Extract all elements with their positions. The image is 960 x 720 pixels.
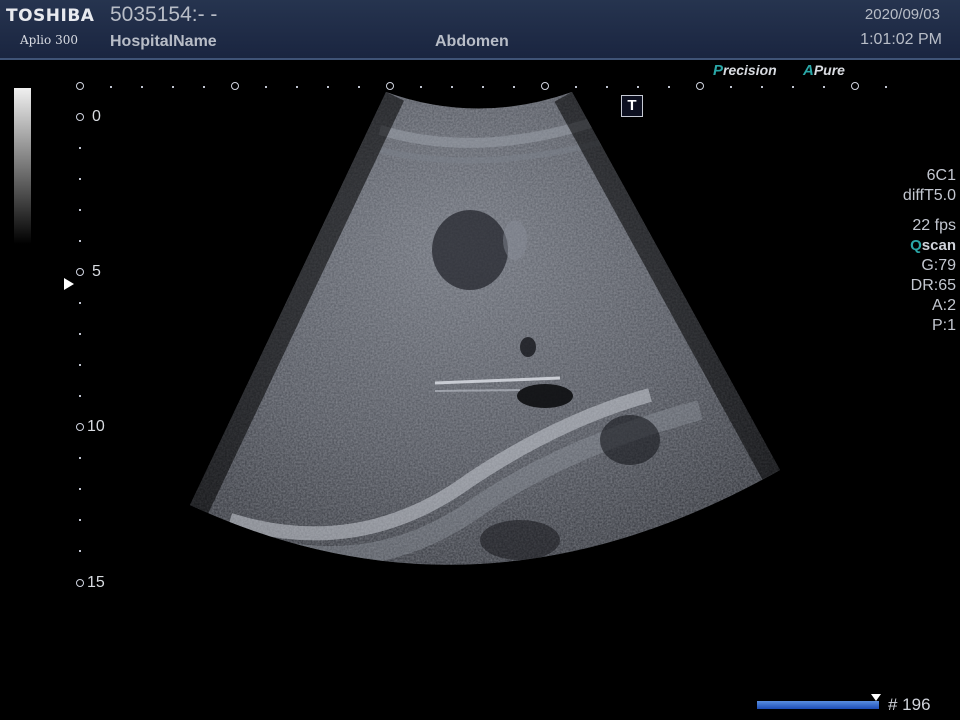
probe-name: 6C1	[926, 167, 956, 184]
lateral-major-tick	[851, 82, 859, 90]
lateral-minor-tick	[358, 86, 360, 88]
lateral-minor-tick	[203, 86, 205, 88]
lateral-minor-tick	[265, 86, 267, 88]
depth-minor-tick	[79, 364, 81, 366]
lateral-major-tick	[541, 82, 549, 90]
lateral-minor-tick	[513, 86, 515, 88]
cine-position-marker-icon[interactable]	[871, 694, 881, 701]
lateral-minor-tick	[327, 86, 329, 88]
lateral-minor-tick	[420, 86, 422, 88]
depth-major-tick	[76, 268, 84, 276]
depth-minor-tick	[79, 457, 81, 459]
a-value: A:2	[931, 297, 956, 314]
lateral-minor-tick	[172, 86, 174, 88]
lateral-minor-tick	[823, 86, 825, 88]
lateral-minor-tick	[575, 86, 577, 88]
cine-loop-bar[interactable]	[757, 701, 879, 709]
depth-minor-tick	[79, 147, 81, 149]
frame-rate: 22 fps	[912, 217, 956, 234]
lateral-minor-tick	[637, 86, 639, 88]
depth-label-0: 0	[92, 108, 101, 125]
grayscale-bar	[14, 88, 31, 244]
depth-minor-tick	[79, 240, 81, 242]
depth-label-5: 5	[92, 263, 101, 280]
probe-orientation-marker[interactable]: T	[621, 95, 643, 117]
lateral-minor-tick	[482, 86, 484, 88]
depth-minor-tick	[79, 519, 81, 521]
depth-major-tick	[76, 423, 84, 431]
depth-major-tick	[76, 579, 84, 587]
lateral-minor-tick	[730, 86, 732, 88]
lateral-major-tick	[76, 82, 84, 90]
p-value: P:1	[931, 317, 956, 334]
lateral-minor-tick	[668, 86, 670, 88]
lateral-minor-tick	[141, 86, 143, 88]
lateral-minor-tick	[792, 86, 794, 88]
depth-minor-tick	[79, 550, 81, 552]
depth-major-tick	[76, 113, 84, 121]
lateral-major-tick	[696, 82, 704, 90]
depth-minor-tick	[79, 395, 81, 397]
lateral-major-tick	[231, 82, 239, 90]
depth-minor-tick	[79, 209, 81, 211]
frame-number: # 196	[888, 695, 931, 714]
depth-label-15: 15	[87, 574, 105, 591]
lateral-minor-tick	[885, 86, 887, 88]
lateral-minor-tick	[606, 86, 608, 88]
imaging-parameters: 6C1 diffT5.0 22 fps Qscan G:79 DR:65 A:2…	[836, 166, 956, 336]
gain-value: G:79	[921, 257, 956, 274]
precision-badge: Precision	[713, 62, 777, 79]
apure-badge: APure	[803, 62, 845, 79]
depth-label-10: 10	[87, 418, 105, 435]
dynamic-range-value: DR:65	[910, 277, 956, 294]
depth-minor-tick	[79, 488, 81, 490]
depth-minor-tick	[79, 333, 81, 335]
lateral-major-tick	[386, 82, 394, 90]
focus-marker-icon[interactable]	[64, 278, 74, 290]
depth-minor-tick	[79, 178, 81, 180]
lateral-minor-tick	[761, 86, 763, 88]
depth-minor-tick	[79, 302, 81, 304]
ultrasound-image	[190, 92, 780, 565]
lateral-minor-tick	[451, 86, 453, 88]
imaging-mode: diffT5.0	[902, 187, 956, 204]
qscan-badge: Qscan	[910, 237, 956, 254]
lateral-minor-tick	[296, 86, 298, 88]
lateral-minor-tick	[110, 86, 112, 88]
